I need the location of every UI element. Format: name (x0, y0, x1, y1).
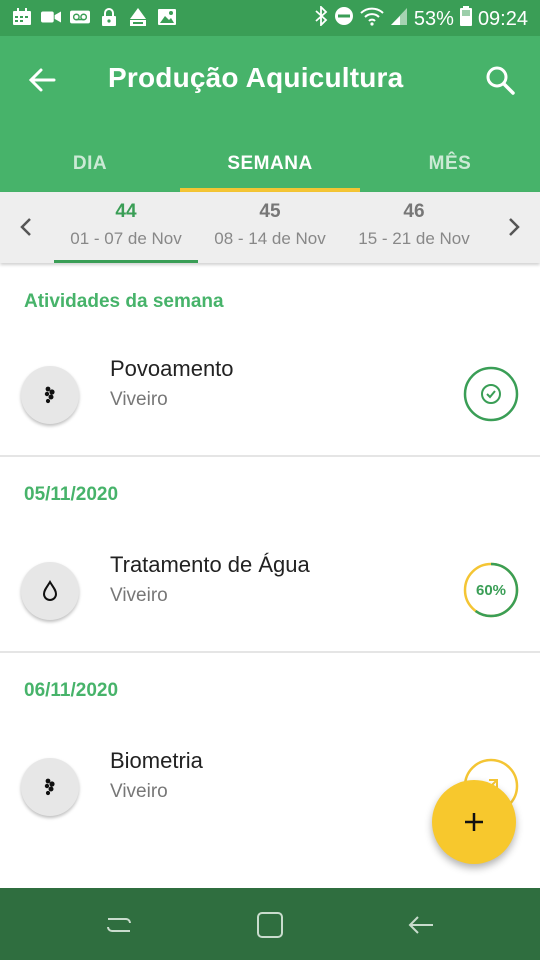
item-title: Tratamento de Água (110, 552, 310, 577)
week-item-46[interactable]: 46 15 - 21 de Nov (342, 192, 486, 263)
progress-ring[interactable]: 60% (463, 562, 519, 618)
status-left-icons (12, 8, 177, 26)
list-item-tratamento-agua[interactable]: Tratamento de Água Viveiro 60% (0, 552, 540, 662)
week-selector: 44 01 - 07 de Nov 45 08 - 14 de Nov 46 1… (0, 192, 540, 263)
item-subtitle: Viveiro (110, 389, 168, 410)
battery-icon (459, 6, 472, 32)
period-tabs: DIA SEMANA MÊS (0, 136, 540, 192)
item-subtitle: Viveiro (110, 585, 168, 606)
item-title: Biometria (110, 748, 203, 773)
completed-check-icon[interactable] (463, 366, 519, 422)
plus-icon (465, 813, 483, 831)
image-icon (157, 8, 177, 26)
chevron-right-icon[interactable] (500, 214, 526, 240)
divider (0, 455, 540, 457)
week-number: 46 (403, 201, 425, 222)
item-subtitle: Viveiro (110, 781, 168, 802)
lock-icon (99, 8, 119, 26)
voicemail-icon (70, 8, 90, 26)
back-arrow-icon[interactable] (26, 64, 58, 96)
add-activity-button[interactable] (432, 780, 516, 864)
week-number: 44 (115, 201, 137, 222)
calendar-icon (12, 8, 32, 26)
week-range: 15 - 21 de Nov (358, 229, 470, 248)
week-range: 08 - 14 de Nov (214, 229, 326, 248)
section-header: 05/11/2020 (24, 484, 119, 505)
tab-mes[interactable]: MÊS (360, 136, 540, 192)
divider (0, 651, 540, 653)
progress-label: 60% (475, 581, 507, 599)
status-bar: 53% 09:24 (0, 0, 540, 36)
chevron-left-icon[interactable] (14, 214, 40, 240)
week-range: 01 - 07 de Nov (70, 229, 182, 248)
list-item-povoamento[interactable]: Povoamento Viveiro (0, 356, 540, 466)
section-header: Atividades da semana (24, 291, 224, 312)
battery-percent: 53% (413, 7, 454, 30)
week-number: 45 (259, 201, 281, 222)
system-navigation-bar (0, 888, 540, 960)
signal-icon (390, 6, 408, 32)
home-icon[interactable] (255, 910, 285, 940)
item-title: Povoamento (110, 356, 234, 381)
week-item-44[interactable]: 44 01 - 07 de Nov (54, 192, 198, 263)
mm-icon (128, 8, 148, 26)
water-drop-icon (21, 562, 79, 620)
search-icon[interactable] (484, 64, 516, 96)
bluetooth-icon (314, 4, 328, 32)
recent-apps-icon[interactable] (104, 910, 134, 940)
tab-semana[interactable]: SEMANA (180, 136, 360, 192)
do-not-disturb-icon (334, 6, 354, 32)
fish-eggs-icon (21, 366, 79, 424)
fish-eggs-icon (21, 758, 79, 816)
status-right: 53% 09:24 (314, 4, 528, 32)
page-title: Produção Aquicultura (108, 62, 404, 93)
tab-dia[interactable]: DIA (0, 136, 180, 192)
section-header: 06/11/2020 (24, 680, 119, 701)
video-icon (41, 8, 61, 26)
week-item-45[interactable]: 45 08 - 14 de Nov (198, 192, 342, 263)
wifi-icon (360, 6, 384, 32)
app-bar: Produção Aquicultura DIA SEMANA MÊS (0, 36, 540, 192)
clock: 09:24 (477, 7, 528, 30)
back-icon[interactable] (406, 910, 436, 940)
